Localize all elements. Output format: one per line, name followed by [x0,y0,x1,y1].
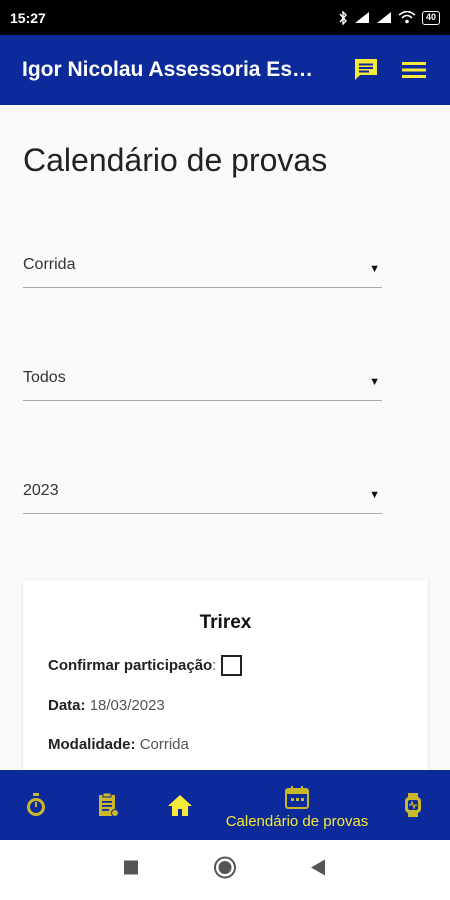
confirm-checkbox[interactable] [221,655,243,676]
app-bar: Igor Nicolau Assessoria Esportiva [0,35,450,105]
modality-label: Modalidade: [48,736,136,753]
event-title: Trirex [199,612,252,633]
recents-icon [124,860,138,875]
nav-label-calendar: Calendário de provas [225,813,369,830]
back-icon [311,859,325,876]
page-title: Calendário de provas [23,142,328,178]
nav-item-calendar[interactable]: Calendário de provas [212,780,382,834]
category-select-value: Todos [23,368,66,386]
nav-item-home[interactable] [165,790,195,820]
recents-button[interactable] [124,860,138,880]
nav-item-smartwatch[interactable] [400,790,426,820]
confirm-separator: : [212,657,217,674]
home-icon [168,795,192,816]
chat-button[interactable] [346,50,386,90]
stopwatch-icon [27,793,45,816]
status-time: 15:27 [10,9,46,26]
home-circle-icon [214,856,236,879]
wifi-icon [398,11,416,24]
calendar-icon [285,786,309,809]
modality-row: Modalidade: Corrida [48,736,189,753]
clipboard-icon [99,792,119,817]
signal-icon [376,12,391,23]
home-system-button[interactable] [213,856,237,885]
dropdown-arrow-icon: ▼ [369,262,380,275]
bluetooth-icon [339,10,347,25]
year-select[interactable]: 2023 ▼ [23,468,382,514]
smartwatch-icon [405,793,421,817]
menu-button[interactable] [394,50,434,90]
system-nav-bar [0,840,450,900]
year-select-value: 2023 [23,481,59,499]
event-card: Trirex Confirmar participação : Data: 18… [23,580,428,790]
modality-value: Corrida [139,736,189,753]
signal-icon [354,12,369,23]
date-value: 18/03/2023 [89,697,165,714]
battery-icon: 40 [421,10,440,25]
dropdown-arrow-icon: ▼ [369,488,380,501]
dropdown-arrow-icon: ▼ [369,375,380,388]
sport-select-value: Corrida [23,255,76,273]
date-row: Data: 18/03/2023 [48,697,165,714]
status-icons: 40 [338,10,440,25]
sport-select[interactable]: Corrida ▼ [23,242,382,288]
app-title: Igor Nicolau Assessoria Esportiva [22,58,338,81]
confirm-row: Confirmar participação : [48,655,243,676]
nav-item-stopwatch[interactable] [22,790,50,820]
back-button[interactable] [311,859,325,881]
chat-icon [355,59,377,80]
status-bar: 15:27 40 [0,0,450,35]
menu-icon [402,62,426,78]
confirm-label: Confirmar participação [48,657,213,674]
category-select[interactable]: Todos ▼ [23,355,382,401]
nav-item-clipboard[interactable] [94,790,122,820]
bottom-nav: Calendário de provas [0,770,450,840]
date-label: Data: [48,697,86,714]
